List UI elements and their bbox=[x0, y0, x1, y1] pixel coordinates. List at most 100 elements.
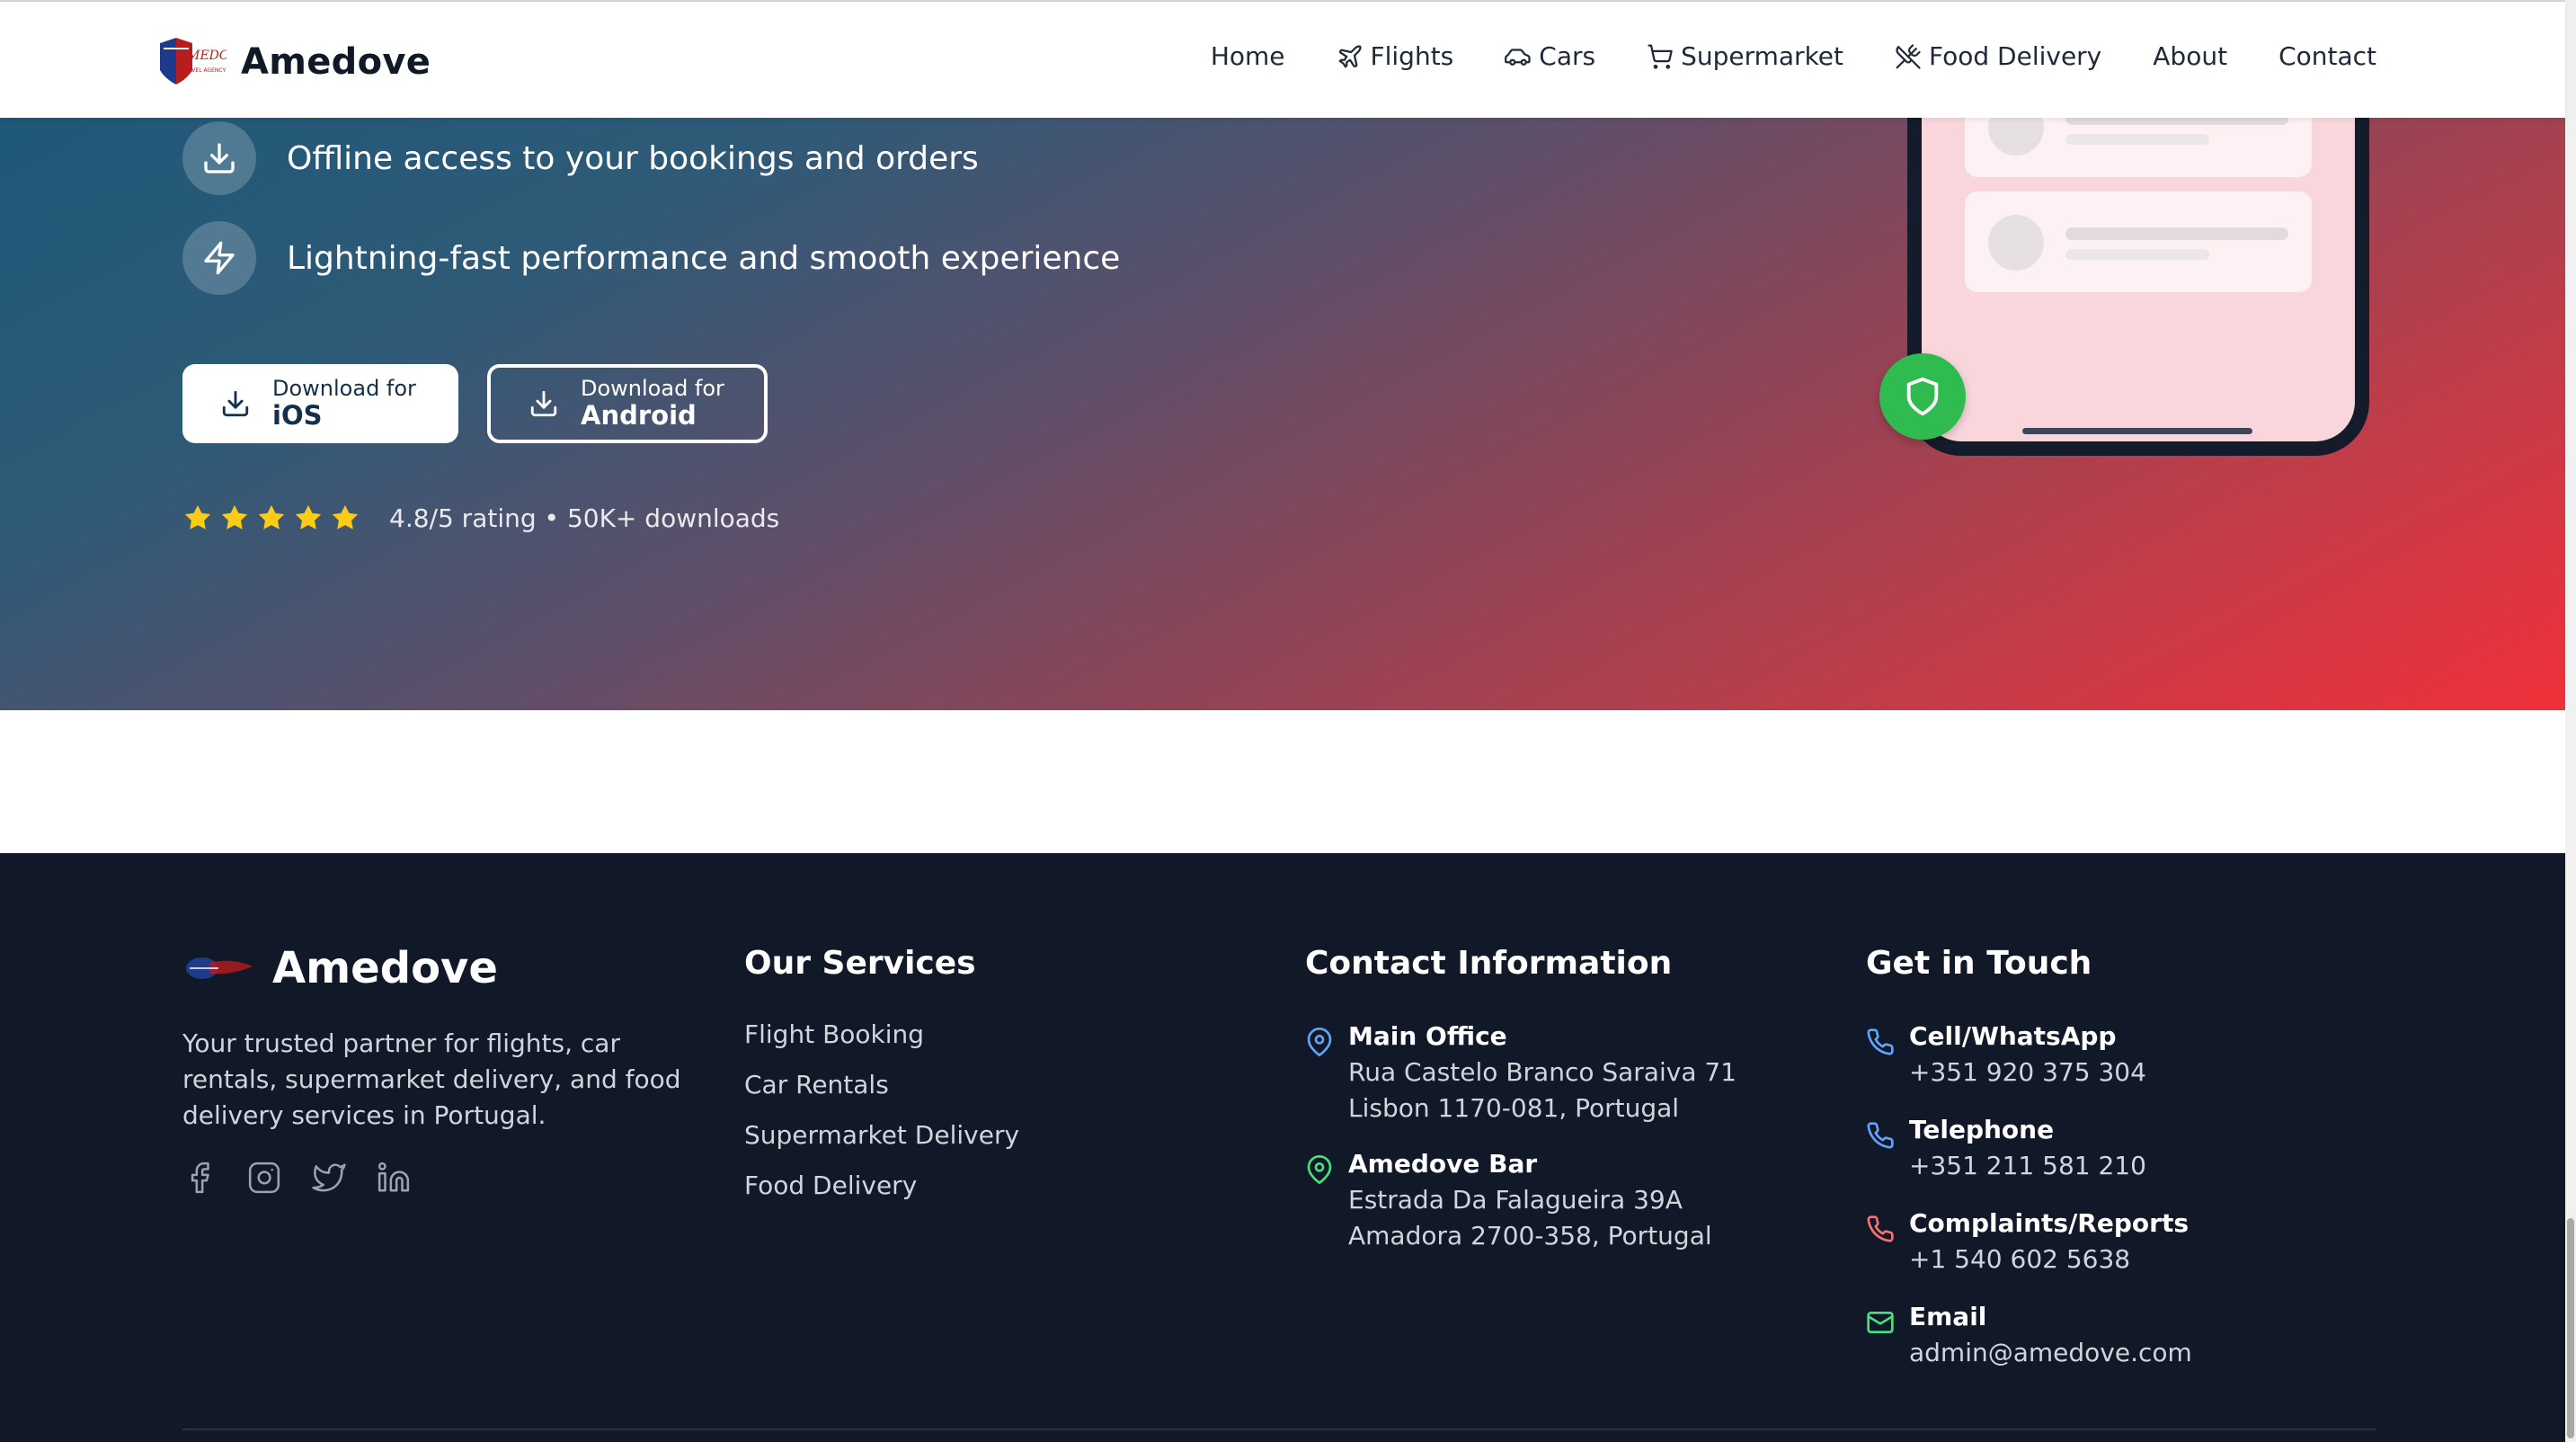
download-label: Download for bbox=[581, 375, 724, 401]
plane-icon bbox=[1338, 44, 1362, 67]
address-line: Estrada Da Falagueira 39A bbox=[1348, 1185, 1683, 1215]
app-rating: 4.8/5 rating • 50K+ downloads bbox=[182, 503, 779, 533]
contact-title: Contact Information bbox=[1305, 945, 1673, 982]
cart-icon bbox=[1648, 43, 1673, 69]
phone-icon bbox=[1867, 1215, 1894, 1242]
services-title: Our Services bbox=[744, 945, 976, 982]
site-footer: Amedove Your trusted partner for flights… bbox=[0, 853, 2565, 1442]
twitter-icon[interactable] bbox=[312, 1161, 346, 1195]
download-label: Download for bbox=[272, 375, 416, 401]
brand-name: Amedove bbox=[241, 41, 431, 83]
feature-text: Offline access to your bookings and orde… bbox=[287, 139, 979, 177]
brand[interactable]: AMEDOVE TRAVEL AGENCY Amedove bbox=[155, 31, 431, 93]
nav-label: Cars bbox=[1539, 41, 1596, 71]
footer-divider bbox=[182, 1429, 2376, 1430]
footer-description: Your trusted partner for flights, car re… bbox=[182, 1028, 681, 1130]
feature-text: Lightning-fast performance and smooth ex… bbox=[287, 239, 1121, 277]
contact-main-office: Main Office Rua Castelo Branco Saraiva 7… bbox=[1305, 1019, 1737, 1126]
platform-label: Android bbox=[581, 400, 697, 432]
nav-label: Home bbox=[1210, 41, 1285, 71]
phone-icon bbox=[1867, 1122, 1894, 1149]
nav-about[interactable]: About bbox=[2153, 41, 2227, 71]
logo-icon bbox=[186, 957, 253, 979]
footer-brand[interactable]: Amedove bbox=[182, 943, 498, 993]
utensils-icon bbox=[1896, 43, 1921, 69]
mail-icon bbox=[1867, 1312, 1894, 1333]
contact-label: Main Office bbox=[1348, 1021, 1507, 1051]
download-icon bbox=[222, 390, 249, 417]
phone-number: +351 920 375 304 bbox=[1909, 1057, 2146, 1087]
contact-label: Email bbox=[1909, 1302, 1987, 1331]
linkedin-icon[interactable] bbox=[377, 1161, 411, 1195]
platform-label: iOS bbox=[272, 400, 323, 432]
instagram-icon[interactable] bbox=[247, 1161, 281, 1195]
nav-label: Flights bbox=[1370, 41, 1454, 71]
address-line: Amadora 2700-358, Portugal bbox=[1348, 1221, 1712, 1251]
contact-label: Cell/WhatsApp bbox=[1909, 1021, 2117, 1051]
services-list: Flight Booking Car Rentals Supermarket D… bbox=[744, 1020, 1019, 1199]
star-icon bbox=[184, 504, 211, 530]
service-link-supermarket-delivery[interactable]: Supermarket Delivery bbox=[744, 1121, 1019, 1149]
lightning-icon bbox=[182, 221, 256, 295]
map-pin-icon bbox=[1307, 1028, 1332, 1056]
logo-icon: AMEDOVE TRAVEL AGENCY bbox=[155, 31, 247, 93]
star-icon bbox=[258, 504, 285, 530]
nav-label: About bbox=[2153, 41, 2228, 71]
footer-brand-name: Amedove bbox=[272, 943, 498, 993]
download-icon bbox=[182, 121, 256, 195]
contact-label: Complaints/Reports bbox=[1909, 1208, 2189, 1238]
home-indicator bbox=[2022, 428, 2252, 434]
star-icon bbox=[295, 504, 322, 530]
car-icon bbox=[1505, 48, 1531, 66]
address-line: Lisbon 1170-081, Portugal bbox=[1348, 1093, 1680, 1123]
phone-icon bbox=[1867, 1028, 1894, 1055]
star-icon bbox=[332, 504, 359, 530]
nav-contact[interactable]: Contact bbox=[2278, 41, 2376, 71]
address-line: Rua Castelo Branco Saraiva 71 bbox=[1348, 1057, 1737, 1087]
nav-label: Food Delivery bbox=[1928, 41, 2102, 71]
main-nav: Home Flights Cars Supermarket Food Deliv… bbox=[1211, 41, 2376, 71]
mock-card bbox=[1965, 118, 2312, 177]
phone-mockup bbox=[1907, 118, 2369, 456]
map-pin-icon bbox=[1307, 1155, 1332, 1184]
nav-food-delivery[interactable]: Food Delivery bbox=[1895, 41, 2101, 71]
phone-number: +1 540 602 5638 bbox=[1909, 1244, 2131, 1274]
logo-subtext: TRAVEL AGENCY bbox=[181, 67, 226, 74]
rating-text: 4.8/5 rating • 50K+ downloads bbox=[389, 503, 780, 533]
scrollbar-thumb[interactable] bbox=[2567, 1218, 2574, 1438]
nav-label: Supermarket bbox=[1681, 41, 1843, 71]
contact-label: Amedove Bar bbox=[1348, 1149, 1538, 1179]
app-download-hero: Offline access to your bookings and orde… bbox=[0, 118, 2565, 710]
download-icon bbox=[530, 390, 557, 417]
nav-cars[interactable]: Cars bbox=[1505, 41, 1595, 71]
star-rating bbox=[182, 503, 360, 533]
nav-home[interactable]: Home bbox=[1211, 41, 1285, 71]
contact-amedove-bar: Amedove Bar Estrada Da Falagueira 39A Am… bbox=[1305, 1146, 1712, 1254]
touch-email[interactable]: Email admin@amedove.com bbox=[1866, 1299, 2192, 1371]
email-address: admin@amedove.com bbox=[1909, 1338, 2192, 1367]
service-link-flight-booking[interactable]: Flight Booking bbox=[744, 1020, 1019, 1048]
service-link-car-rentals[interactable]: Car Rentals bbox=[744, 1071, 1019, 1099]
phone-number: +351 211 581 210 bbox=[1909, 1151, 2146, 1180]
logo-text: AMEDOVE bbox=[176, 49, 227, 63]
social-links bbox=[182, 1161, 411, 1195]
mock-card bbox=[1965, 191, 2312, 292]
touch-cell-whatsapp[interactable]: Cell/WhatsApp +351 920 375 304 bbox=[1866, 1019, 2146, 1090]
nav-label: Contact bbox=[2278, 41, 2376, 71]
touch-title: Get in Touch bbox=[1866, 945, 2092, 982]
nav-supermarket[interactable]: Supermarket bbox=[1647, 41, 1843, 71]
feature-performance: Lightning-fast performance and smooth ex… bbox=[182, 221, 1120, 295]
download-ios-button[interactable]: Download for iOS bbox=[182, 364, 458, 443]
touch-complaints[interactable]: Complaints/Reports +1 540 602 5638 bbox=[1866, 1206, 2189, 1277]
facebook-icon[interactable] bbox=[182, 1161, 217, 1195]
feature-offline: Offline access to your bookings and orde… bbox=[182, 121, 979, 195]
nav-flights[interactable]: Flights bbox=[1337, 41, 1454, 71]
touch-telephone[interactable]: Telephone +351 211 581 210 bbox=[1866, 1112, 2146, 1184]
download-android-button[interactable]: Download for Android bbox=[487, 364, 768, 443]
site-header: AMEDOVE TRAVEL AGENCY Amedove Home Fligh… bbox=[0, 0, 2565, 118]
page-scrollbar[interactable] bbox=[2565, 0, 2576, 1442]
shield-icon bbox=[1879, 353, 1966, 440]
contact-label: Telephone bbox=[1909, 1115, 2055, 1144]
service-link-food-delivery[interactable]: Food Delivery bbox=[744, 1171, 1019, 1199]
star-icon bbox=[221, 504, 248, 530]
